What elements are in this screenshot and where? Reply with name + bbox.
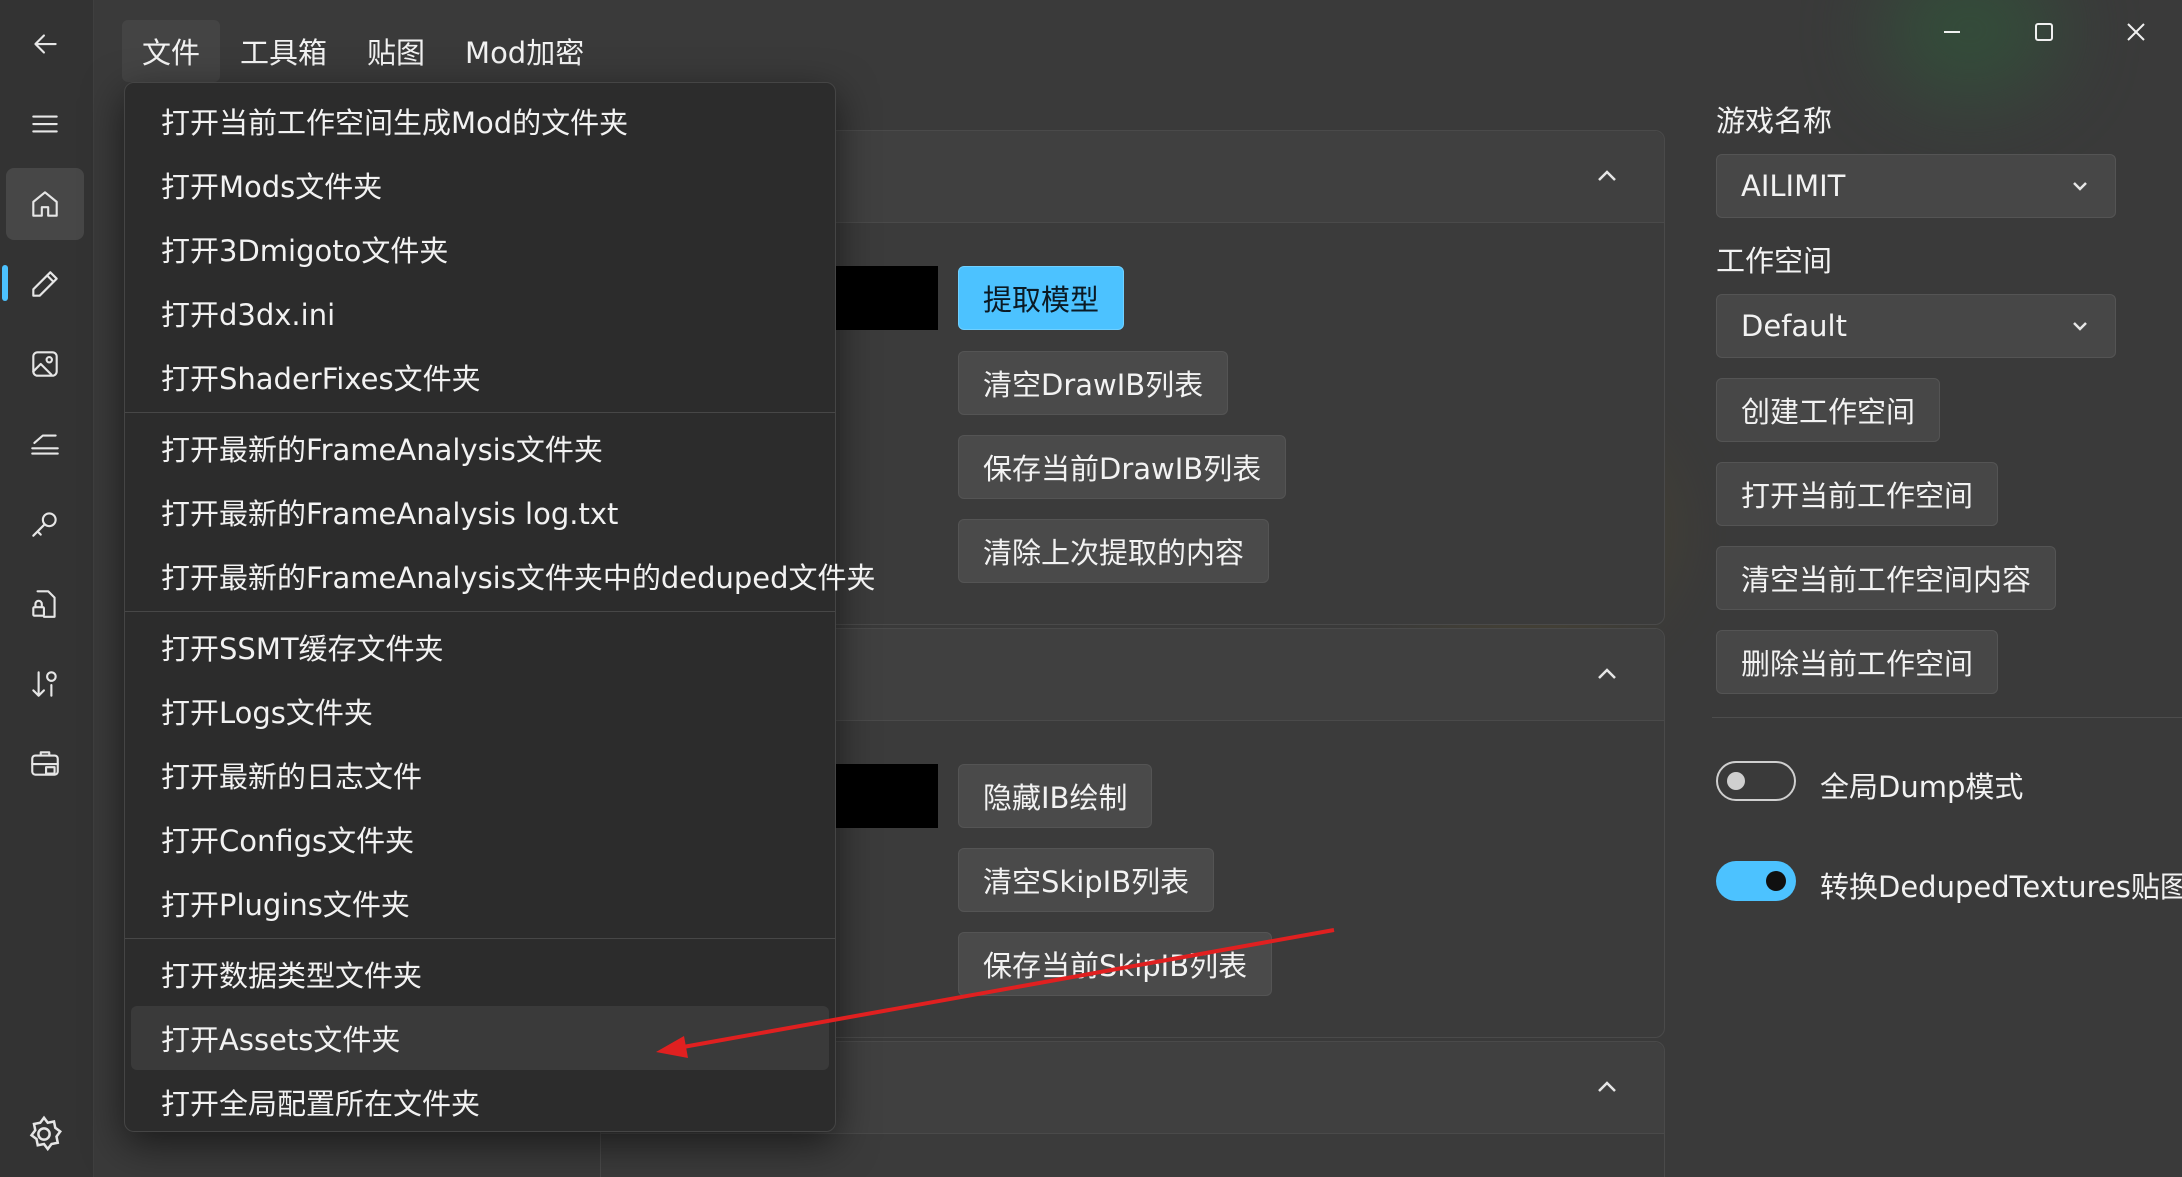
game-name-value: AILIMIT: [1741, 169, 1846, 203]
menu-item-open-plugins-folder[interactable]: 打开Plugins文件夹: [131, 871, 829, 935]
convert-textures-label: 转换DedupedTextures贴图: [1820, 870, 2182, 904]
create-workspace-button[interactable]: 创建工作空间: [1716, 378, 1941, 442]
menu-separator: [125, 611, 835, 612]
clear-skipib-button[interactable]: 清空SkipIB列表: [958, 848, 1215, 912]
nav-encryption[interactable]: [6, 568, 84, 640]
file-lock-icon: [32, 590, 56, 618]
app-window: 文件 工具箱 贴图 Mod加密 提取模型 清空DrawIB列表 保存当前Draw…: [0, 0, 2182, 1177]
close-icon: [2127, 23, 2145, 41]
nav-toolbox[interactable]: [6, 728, 84, 800]
key-icon: [32, 512, 57, 537]
menu-item-open-configs-folder[interactable]: 打开Configs文件夹: [131, 807, 829, 871]
menu-item-open-global-config-folder[interactable]: 打开全局配置所在文件夹: [131, 1070, 829, 1134]
settings-button[interactable]: [24, 1114, 64, 1154]
workspace-label: 工作空间: [1716, 244, 1833, 278]
open-workspace-button[interactable]: 打开当前工作空间: [1716, 462, 1999, 526]
minimize-button[interactable]: [1906, 0, 1998, 64]
layers-icon: [31, 434, 59, 455]
menu-bar: 文件 工具箱 贴图 Mod加密: [122, 20, 604, 82]
back-button[interactable]: [6, 8, 84, 80]
clear-workspace-button[interactable]: 清空当前工作空间内容: [1716, 546, 2057, 610]
menu-mod-encryption[interactable]: Mod加密: [445, 20, 604, 82]
nav-layers[interactable]: [6, 408, 84, 480]
close-button[interactable]: [2090, 0, 2182, 64]
menu-item-open-latest-log[interactable]: 打开最新的日志文件: [131, 743, 829, 807]
clear-last-extract-button[interactable]: 清除上次提取的内容: [958, 519, 1270, 583]
global-dump-label: 全局Dump模式: [1820, 770, 2024, 804]
save-drawib-button[interactable]: 保存当前DrawIB列表: [958, 435, 1287, 499]
menu-item-open-assets-folder[interactable]: 打开Assets文件夹: [131, 1006, 829, 1070]
nav-rail: [0, 0, 94, 1177]
clear-drawib-button[interactable]: 清空DrawIB列表: [958, 351, 1229, 415]
minimize-icon: [1944, 31, 1960, 33]
menu-item-open-latest-frameanalysis[interactable]: 打开最新的FrameAnalysis文件夹: [131, 416, 829, 480]
nav-edit[interactable]: [6, 248, 84, 320]
menu-separator: [125, 412, 835, 413]
extract-model-button[interactable]: 提取模型: [958, 266, 1125, 330]
gear-icon: [29, 1115, 62, 1152]
menu-item-open-logs-folder[interactable]: 打开Logs文件夹: [131, 679, 829, 743]
maximize-button[interactable]: [1998, 0, 2090, 64]
game-name-label: 游戏名称: [1716, 104, 1833, 138]
file-menu-flyout: 打开当前工作空间生成Mod的文件夹 打开Mods文件夹 打开3Dmigoto文件…: [124, 82, 876, 1134]
divider: [1712, 717, 2182, 718]
menu-item-open-d3dx-ini[interactable]: 打开d3dx.ini: [131, 281, 829, 345]
home-icon: [32, 191, 58, 217]
menu-item-open-ssmt-cache[interactable]: 打开SSMT缓存文件夹: [131, 615, 829, 679]
menu-item-open-deduped-folder[interactable]: 打开最新的FrameAnalysis文件夹中的deduped文件夹: [131, 544, 876, 608]
menu-item-open-datatypes-folder[interactable]: 打开数据类型文件夹: [131, 942, 829, 1006]
nav-textures[interactable]: [6, 328, 84, 400]
game-name-select[interactable]: AILIMIT: [1716, 154, 2116, 218]
chevron-down-icon: [2073, 182, 2087, 191]
back-arrow-icon: [34, 34, 57, 54]
menu-separator: [125, 938, 835, 939]
delete-workspace-button[interactable]: 删除当前工作空间: [1716, 630, 1999, 694]
menu-textures[interactable]: 贴图: [347, 20, 445, 82]
global-dump-toggle[interactable]: [1716, 761, 1796, 801]
nav-keys[interactable]: [6, 488, 84, 560]
hide-ib-button[interactable]: 隐藏IB绘制: [958, 764, 1153, 828]
workspace-select[interactable]: Default: [1716, 294, 2116, 358]
menu-item-open-frameanalysis-log[interactable]: 打开最新的FrameAnalysis log.txt: [131, 480, 829, 544]
save-skipib-button[interactable]: 保存当前SkipIB列表: [958, 932, 1273, 996]
pencil-icon: [32, 271, 58, 297]
menu-toolbox[interactable]: 工具箱: [220, 20, 347, 82]
image-icon: [32, 351, 58, 377]
sort-icon: [32, 671, 57, 697]
chevron-up-icon[interactable]: [1590, 657, 1624, 691]
menu-item-open-workspace-mod-folder[interactable]: 打开当前工作空间生成Mod的文件夹: [131, 89, 829, 153]
workspace-value: Default: [1741, 309, 1847, 343]
menu-item-open-mods-folder[interactable]: 打开Mods文件夹: [131, 153, 829, 217]
menu-file[interactable]: 文件: [122, 20, 221, 82]
hamburger-icon: [32, 115, 58, 133]
nav-sort[interactable]: [6, 648, 84, 720]
menu-toggle-button[interactable]: [6, 88, 84, 160]
chevron-down-icon: [2073, 322, 2087, 331]
chevron-up-icon[interactable]: [1590, 1070, 1624, 1104]
chevron-up-icon[interactable]: [1590, 159, 1624, 193]
caption-buttons: [1906, 0, 2182, 64]
menu-item-open-shaderfixes-folder[interactable]: 打开ShaderFixes文件夹: [131, 345, 829, 409]
nav-home[interactable]: [6, 168, 84, 240]
toolbox-icon: [31, 751, 59, 776]
maximize-icon: [2035, 23, 2053, 41]
menu-item-open-3dmigoto-folder[interactable]: 打开3Dmigoto文件夹: [131, 217, 829, 281]
convert-textures-toggle[interactable]: [1716, 861, 1796, 901]
